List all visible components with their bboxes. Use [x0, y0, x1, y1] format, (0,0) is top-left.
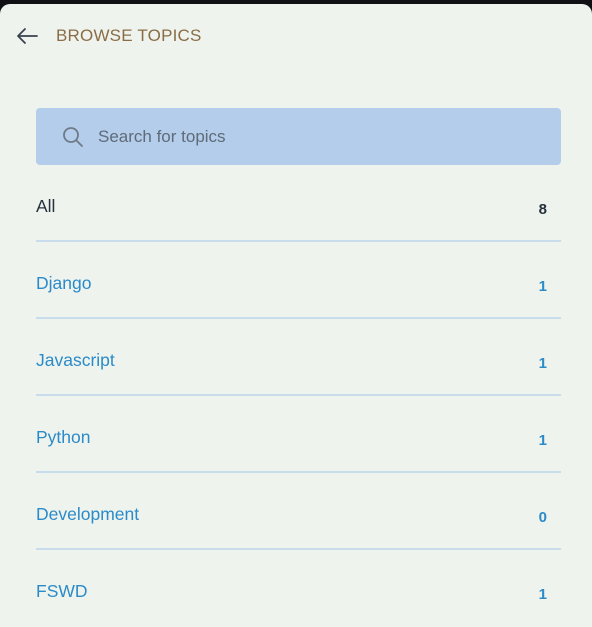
topic-item-development[interactable]: Development 0 — [36, 473, 561, 550]
topic-item-javascript[interactable]: Javascript 1 — [36, 319, 561, 396]
topic-label: Python — [36, 427, 91, 447]
arrow-left-icon — [17, 28, 38, 44]
search-icon — [60, 124, 86, 150]
topic-label: Development — [36, 504, 140, 524]
search-bar — [36, 108, 561, 165]
topic-count: 0 — [538, 509, 547, 526]
topic-item-all[interactable]: All 8 — [36, 165, 561, 242]
topic-label: Javascript — [36, 350, 115, 370]
topic-count: 1 — [538, 586, 547, 603]
page-title: BROWSE TOPICS — [56, 26, 202, 45]
topic-count: 1 — [538, 355, 547, 372]
topic-label: FSWD — [36, 581, 88, 601]
back-button[interactable] — [14, 23, 40, 49]
search-input[interactable] — [96, 120, 540, 153]
topic-count: 1 — [538, 278, 547, 295]
header: BROWSE TOPICS — [14, 22, 202, 50]
topic-count: 1 — [538, 432, 547, 449]
topic-label: Django — [36, 273, 92, 293]
browse-topics-panel: BROWSE TOPICS All 8 Django 1 Javascript … — [0, 4, 592, 627]
topic-list: All 8 Django 1 Javascript 1 Python 1 Dev… — [36, 165, 561, 627]
topic-label: All — [36, 196, 56, 216]
topic-count: 8 — [538, 201, 547, 218]
topic-item-fswd[interactable]: FSWD 1 — [36, 550, 561, 627]
topic-item-python[interactable]: Python 1 — [36, 396, 561, 473]
topic-item-django[interactable]: Django 1 — [36, 242, 561, 319]
